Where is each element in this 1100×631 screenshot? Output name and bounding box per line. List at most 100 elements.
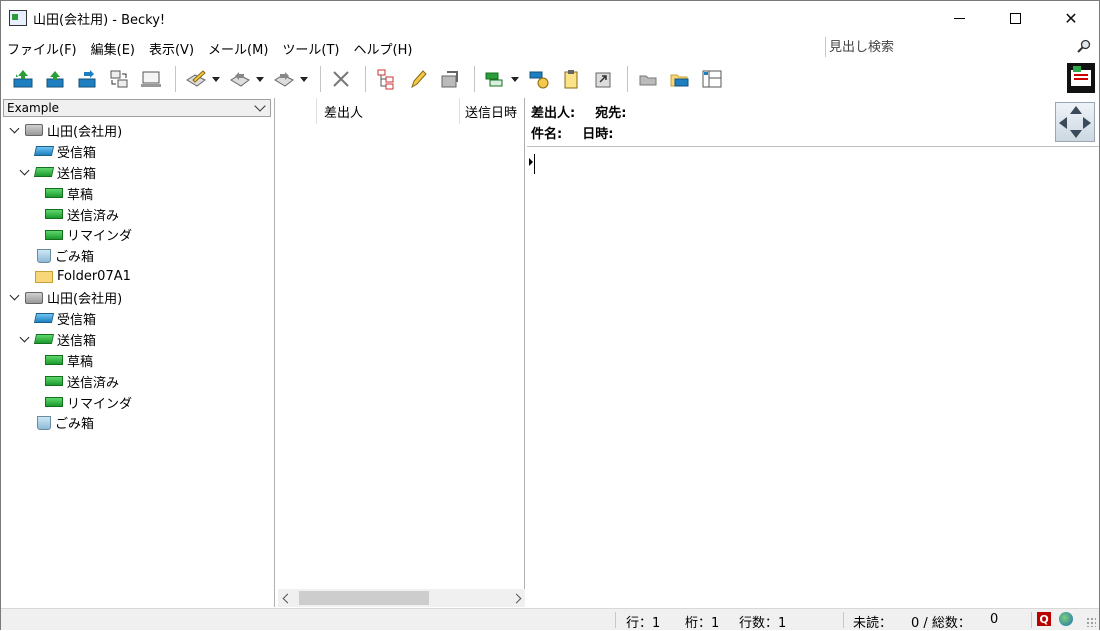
folder-gray-icon <box>639 75 657 86</box>
thread-button[interactable] <box>372 65 400 93</box>
status-unread-total: 0 / 総数： <box>911 616 971 631</box>
reply-dropdown[interactable] <box>254 65 266 93</box>
account-icon <box>25 291 43 304</box>
expand-toggle[interactable] <box>17 165 31 179</box>
plugin-button[interactable] <box>525 65 553 93</box>
sent-icon <box>45 209 63 219</box>
menu-edit[interactable]: 編集(E) <box>84 39 142 58</box>
tree-item-account[interactable]: 山田(会社用) <box>1 120 275 141</box>
compose-dropdown[interactable] <box>210 65 222 93</box>
menu-help[interactable]: ヘルプ(H) <box>347 39 420 58</box>
globe-icon[interactable] <box>1059 612 1073 626</box>
to-label: 宛先: <box>595 106 627 121</box>
filter-dropdown[interactable] <box>509 65 521 93</box>
thread-icon <box>377 69 394 90</box>
horizontal-scrollbar[interactable] <box>278 589 525 607</box>
forward-dropdown[interactable] <box>298 65 310 93</box>
maximize-button[interactable] <box>987 1 1043 35</box>
message-body[interactable] <box>527 150 1099 607</box>
tree-item-draft[interactable]: 草稿 <box>1 350 275 371</box>
layout-button[interactable] <box>698 65 726 93</box>
compose-button[interactable] <box>182 65 210 93</box>
reply-button[interactable] <box>226 65 254 93</box>
reply-icon <box>230 72 250 87</box>
move-icon <box>441 71 458 88</box>
arrow-right-icon[interactable] <box>1083 117 1091 129</box>
header-search-input[interactable] <box>826 39 1066 55</box>
filter-button[interactable] <box>481 65 509 93</box>
tree-item-sent[interactable]: 送信済み <box>1 371 275 392</box>
window-title: 山田(会社用) - Becky! <box>33 12 166 28</box>
status-line: 行：1 <box>626 616 661 631</box>
receive-all-icon <box>13 70 33 88</box>
toolbar-separator <box>175 66 176 92</box>
status-divider <box>1031 612 1032 628</box>
tree-item-inbox[interactable]: 受信箱 <box>1 308 275 329</box>
scroll-thumb[interactable] <box>299 591 429 605</box>
tree-item-draft[interactable]: 草稿 <box>1 183 275 204</box>
tree-item-folder[interactable]: Folder07A1 <box>1 266 275 287</box>
tree-item-outbox[interactable]: 送信箱 <box>1 329 275 350</box>
status-bar: 行：1 桁：1 行数：1 未読： 0 / 総数： 0 Q <box>1 608 1099 631</box>
scroll-left-icon[interactable] <box>278 589 296 607</box>
folder-button[interactable] <box>634 65 662 93</box>
minimize-button[interactable] <box>931 1 987 35</box>
message-navigation-pad[interactable] <box>1055 102 1095 142</box>
menu-view[interactable]: 表示(V) <box>142 39 201 58</box>
offline-button[interactable] <box>137 65 165 93</box>
clipboard-icon <box>564 70 578 89</box>
filter-icon <box>485 72 503 87</box>
sync-button[interactable] <box>105 65 133 93</box>
subject-label: 件名: <box>531 127 563 142</box>
account-icon <box>25 124 43 137</box>
from-label: 差出人: <box>531 106 576 121</box>
move-button[interactable] <box>436 65 464 93</box>
expand-toggle[interactable] <box>17 332 31 346</box>
menu-tools[interactable]: ツール(T) <box>275 39 346 58</box>
tree-item-inbox[interactable]: 受信箱 <box>1 141 275 162</box>
expand-toggle[interactable] <box>7 123 21 137</box>
scroll-track[interactable] <box>296 589 507 607</box>
tree-item-trash[interactable]: ごみ箱 <box>1 245 275 266</box>
delete-button[interactable] <box>327 65 355 93</box>
arrow-down-icon[interactable] <box>1070 130 1082 138</box>
trash-icon <box>37 248 51 263</box>
tree-item-reminder[interactable]: リマインダ <box>1 224 275 245</box>
maximize-icon <box>1009 12 1021 24</box>
tree-item-trash[interactable]: ごみ箱 <box>1 412 275 433</box>
column-header-date[interactable]: 送信日時 <box>460 98 525 124</box>
forward-button[interactable] <box>270 65 298 93</box>
arrow-up-icon[interactable] <box>1070 106 1082 114</box>
inbox-icon <box>33 313 55 324</box>
resize-grip[interactable] <box>1086 617 1096 627</box>
arrow-left-icon[interactable] <box>1059 117 1067 129</box>
edit-button[interactable] <box>404 65 432 93</box>
tree-item-reminder[interactable]: リマインダ <box>1 392 275 413</box>
scroll-right-icon[interactable] <box>507 589 525 607</box>
becky-logo-button[interactable] <box>1067 63 1095 93</box>
folder-icon <box>35 270 53 283</box>
tree-item-account[interactable]: 山田(会社用) <box>1 287 275 308</box>
receive-button[interactable] <box>41 65 69 93</box>
draft-icon <box>45 355 63 366</box>
receive-all-button[interactable] <box>9 65 37 93</box>
send-receive-button[interactable] <box>73 65 101 93</box>
tree-item-label: リマインダ <box>67 396 133 412</box>
menu-mail[interactable]: メール(M) <box>201 39 275 58</box>
tree-item-outbox[interactable]: 送信箱 <box>1 162 275 183</box>
menu-file[interactable]: ファイル(F) <box>1 39 84 58</box>
offline-icon <box>141 71 161 87</box>
expand-toggle[interactable] <box>7 291 21 305</box>
tree-item-label: 草稿 <box>67 187 94 203</box>
open-folder-button[interactable] <box>666 65 694 93</box>
account-selector[interactable]: Example <box>3 99 271 117</box>
search-icon[interactable] <box>1077 39 1091 53</box>
queue-icon[interactable]: Q <box>1037 612 1051 626</box>
clipboard-button[interactable] <box>557 65 585 93</box>
column-header-flag[interactable] <box>278 98 317 124</box>
column-header-from[interactable]: 差出人 <box>317 98 460 124</box>
export-button[interactable] <box>589 65 617 93</box>
close-button[interactable]: ✕ <box>1043 1 1099 35</box>
chevron-down-icon <box>254 100 266 112</box>
tree-item-sent[interactable]: 送信済み <box>1 204 275 225</box>
